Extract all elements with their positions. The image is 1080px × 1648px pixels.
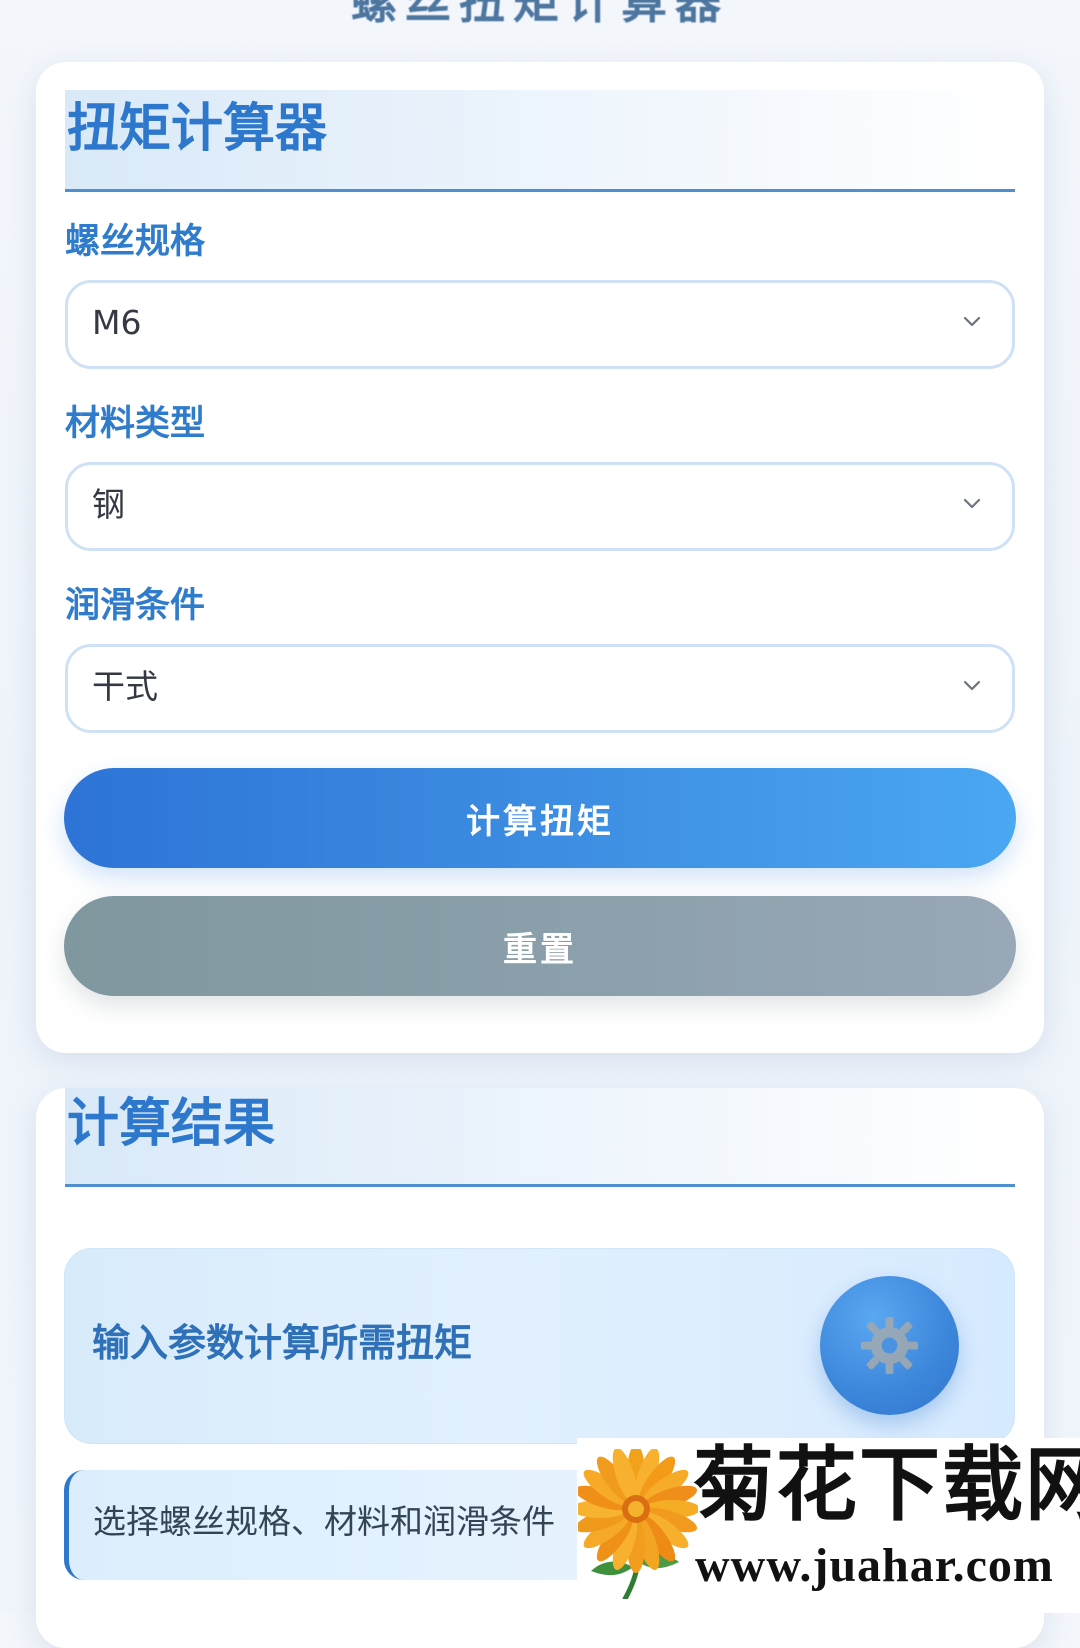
result-placeholder-text: 输入参数计算所需扭矩	[92, 1321, 473, 1365]
screw-spec-value: M6	[92, 303, 142, 342]
material-type-value: 钢	[92, 485, 125, 524]
chevron-down-icon	[963, 316, 981, 327]
watermark-url: www.juahar.com	[695, 1539, 1054, 1592]
result-placeholder-panel: 输入参数计算所需扭矩	[64, 1248, 1015, 1444]
watermark-site-name: 菊花下载网	[693, 1439, 1080, 1533]
torque-calculator-card: 扭矩计算器 螺丝规格 M6 材料类型 钢 润滑条件 干式 计算扭矩 重置	[36, 62, 1044, 1053]
watermark-logo: 菊花下载网 www.juahar.com	[577, 1438, 1080, 1613]
screw-spec-select[interactable]: M6	[65, 280, 1015, 369]
lubrication-select[interactable]: 干式	[65, 644, 1015, 733]
gear-icon-button	[820, 1276, 959, 1415]
calculator-header: 扭矩计算器	[65, 90, 1015, 192]
lubrication-label: 润滑条件	[65, 586, 206, 626]
calculate-torque-button[interactable]: 计算扭矩	[64, 768, 1016, 868]
gear-icon	[860, 1316, 919, 1375]
screw-spec-label: 螺丝规格	[65, 222, 206, 262]
chevron-down-icon	[963, 498, 981, 509]
reset-button[interactable]: 重置	[64, 896, 1016, 996]
lubrication-value: 干式	[92, 667, 158, 706]
result-title: 计算结果	[67, 1094, 276, 1154]
chevron-down-icon	[963, 680, 981, 691]
result-header: 计算结果	[65, 1088, 1015, 1187]
material-type-label: 材料类型	[65, 404, 206, 444]
page-title: 螺丝扭矩计算器	[351, 0, 729, 29]
result-hint-text: 选择螺丝规格、材料和润滑条件	[93, 1502, 555, 1541]
flower-icon	[578, 1449, 698, 1599]
material-type-select[interactable]: 钢	[65, 462, 1015, 551]
calculator-title: 扭矩计算器	[67, 99, 328, 159]
